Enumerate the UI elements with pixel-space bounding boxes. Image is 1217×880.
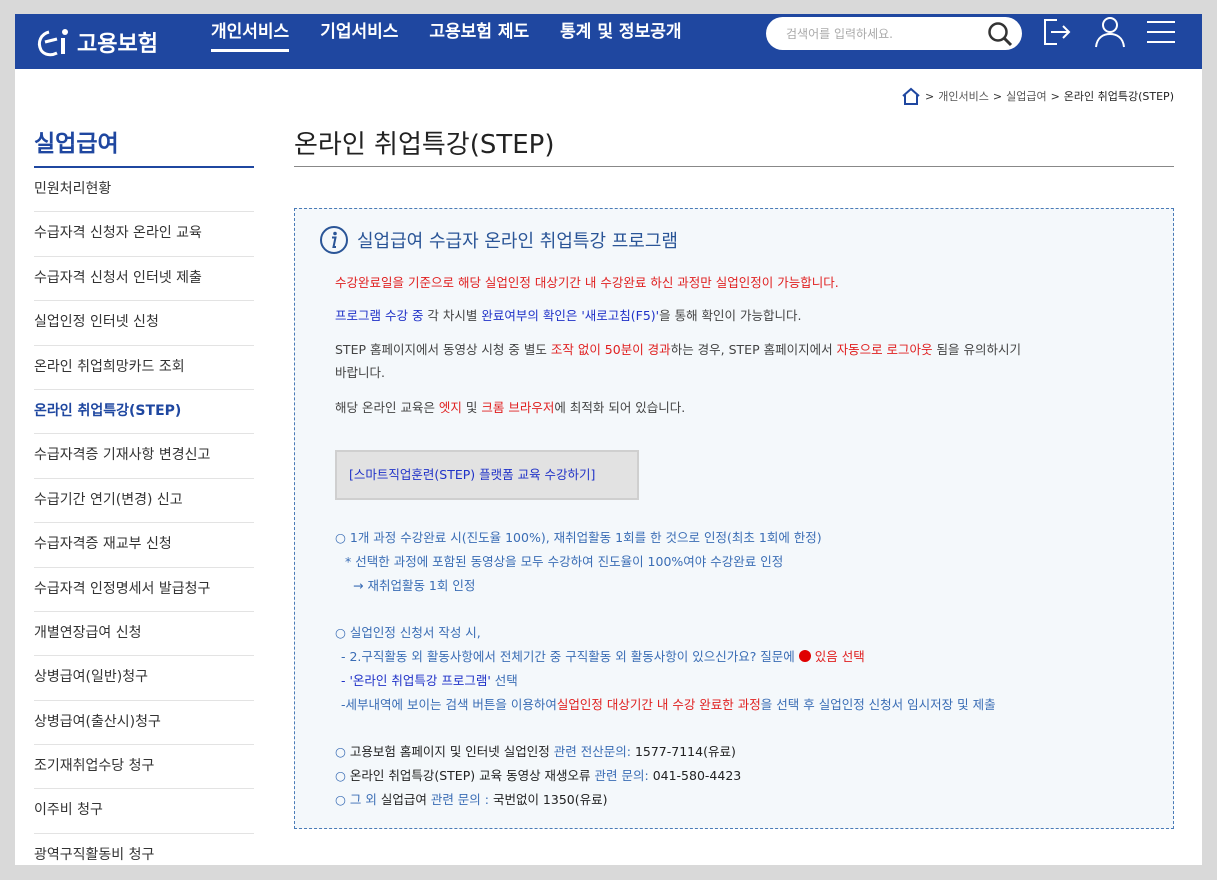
notice-timeout-part: STEP 홈페이지에서 동영상 시청 중 별도 <box>335 342 551 357</box>
section2-line1: ○ 실업인정 신청서 작성 시, <box>335 625 481 640</box>
contact-line3: ○ 그 외 실업급여 관련 문의 : 국번없이 1350(유료) <box>335 789 608 808</box>
notice-browser-part: 크롬 브라우저 <box>481 400 555 415</box>
section2-line4-part: -세부내역에 보이는 검색 버튼을 이용하여 <box>341 697 557 712</box>
page-title: 온라인 취업특강(STEP) <box>294 124 1174 167</box>
step-platform-button[interactable]: [스마트직업훈련(STEP) 플랫폼 교육 수강하기] <box>335 450 639 500</box>
sidebar-item-active[interactable]: 온라인 취업특강(STEP) <box>34 390 254 435</box>
section1-line1: ○ 1개 과정 수강완료 시(진도율 100%), 재취업활동 1회를 한 것으… <box>335 530 822 545</box>
sidebar-item[interactable]: 민원처리현황 <box>34 168 254 213</box>
info-box: 실업급여 수급자 온라인 취업특강 프로그램 수강완료일을 기준으로 해당 실업… <box>294 208 1174 829</box>
info-box-header: 실업급여 수급자 온라인 취업특강 프로그램 <box>319 225 678 255</box>
red-dot-icon <box>798 650 811 662</box>
notice-timeout-part: 조작 없이 50분이 경과 <box>550 342 671 357</box>
contact-phone: 국번없이 1350(유료) <box>492 792 608 807</box>
logout-icon[interactable] <box>1039 14 1075 50</box>
notice-refresh-part: 각 차시별 <box>423 308 482 323</box>
notice-timeout: STEP 홈페이지에서 동영상 시청 중 별도 조작 없이 50분이 경과하는 … <box>335 339 1021 358</box>
contact-part: 고용보험 홈페이지 및 인터넷 실업인정 <box>349 744 550 759</box>
logo[interactable]: 고용보험 <box>35 24 158 60</box>
sidebar-item[interactable]: 수급기간 연기(변경) 신고 <box>34 479 254 524</box>
contact-line2: ○ 온라인 취업특강(STEP) 교육 동영상 재생오류 관련 문의: 041-… <box>335 765 741 784</box>
notice-refresh-part: 을 통해 확인이 가능합니다. <box>659 308 802 323</box>
sidebar-item[interactable]: 수급자격 신청자 온라인 교육 <box>34 212 254 257</box>
user-icon[interactable] <box>1092 14 1128 50</box>
contact-part: ○ <box>335 744 350 759</box>
search-icon[interactable] <box>986 20 1014 48</box>
nav-insurance-system[interactable]: 고용보험 제도 <box>429 14 529 69</box>
breadcrumb-separator: > <box>992 89 1003 103</box>
contact-line1: ○ 고용보험 홈페이지 및 인터넷 실업인정 관련 전산문의: 1577-711… <box>335 741 736 760</box>
section1-line2: * 선택한 과정에 포함된 동영상을 모두 수강하여 진도율이 100%여야 수… <box>345 554 784 569</box>
breadcrumb-current: 온라인 취업특강(STEP) <box>1063 90 1174 103</box>
sidebar-item[interactable]: 실업인정 인터넷 신청 <box>34 301 254 346</box>
notice-timeout-part: 됨을 유의하시기 <box>932 342 1021 357</box>
nav-business-services[interactable]: 기업서비스 <box>320 14 398 69</box>
top-header: 고용보험 개인서비스 기업서비스 고용보험 제도 통계 및 정보공개 <box>15 14 1202 69</box>
section2-line3-part: 선택 <box>490 673 518 688</box>
sidebar-item[interactable]: 조기재취업수당 청구 <box>34 745 254 790</box>
notice-timeout-part: 자동으로 로그아웃 <box>836 342 933 357</box>
contact-phone: 1577-7114(유료) <box>634 744 736 759</box>
contact-part: ○ 그 외 <box>335 792 381 807</box>
sidebar-item[interactable]: 온라인 취업희망카드 조회 <box>34 346 254 390</box>
sidebar-item[interactable]: 상병급여(출산시)청구 <box>34 701 254 746</box>
contact-part: 관련 문의: <box>590 768 653 783</box>
notice-refresh: 프로그램 수강 중 각 차시별 완료여부의 확인은 '새로고침(F5)'을 통해… <box>335 305 802 324</box>
contact-part: 실업급여 <box>380 792 427 807</box>
section2-line2-part: - 2.구직활동 외 활동사항에서 전체기간 중 구직활동 외 활동사항이 있으… <box>341 649 799 664</box>
contact-part: ○ <box>335 768 350 783</box>
main-nav: 개인서비스 기업서비스 고용보험 제도 통계 및 정보공개 <box>211 14 713 69</box>
logo-mark-icon <box>37 29 68 57</box>
breadcrumb-item[interactable]: 실업급여 <box>1006 88 1046 104</box>
section1-line3: → 재취업활동 1회 인정 <box>353 578 476 593</box>
sidebar-item[interactable]: 수급자격증 재교부 신청 <box>34 523 254 568</box>
nav-personal-services[interactable]: 개인서비스 <box>211 14 290 69</box>
home-icon[interactable] <box>901 87 921 105</box>
section2-line3: - '온라인 취업특강 프로그램' 선택 <box>341 670 518 689</box>
sidebar-item[interactable]: 수급자격 인정명세서 발급청구 <box>34 568 254 612</box>
sidebar: 실업급여 민원처리현황 수급자격 신청자 온라인 교육 수급자격 신청서 인터넷… <box>34 124 254 865</box>
section2-line4: -세부내역에 보이는 검색 버튼을 이용하여실업인정 대상기간 내 수강 완료한… <box>341 694 996 713</box>
contact-part: 온라인 취업특강(STEP) 교육 동영상 재생오류 <box>349 768 591 783</box>
notice-refresh-part: 프로그램 수강 중 <box>335 308 424 323</box>
sidebar-item[interactable]: 상병급여(일반)청구 <box>34 656 254 701</box>
section2-line4-part: 을 선택 후 실업인정 신청서 임시저장 및 제출 <box>760 697 996 712</box>
notice-browser-part: 에 최적화 되어 있습니다. <box>554 400 686 415</box>
notice-browser: 해당 온라인 교육은 엣지 및 크롬 브라우저에 최적화 되어 있습니다. <box>335 397 685 416</box>
breadcrumb: > 개인서비스 > 실업급여 > 온라인 취업특강(STEP) <box>901 87 1174 105</box>
contact-part: 관련 전산문의: <box>549 744 635 759</box>
sidebar-item[interactable]: 수급자격 신청서 인터넷 제출 <box>34 257 254 302</box>
notice-timeout-part: 하는 경우, STEP 홈페이지에서 <box>670 342 837 357</box>
notice-browser-part: 해당 온라인 교육은 <box>335 400 439 415</box>
section2-line2-part: 있음 선택 <box>810 649 865 664</box>
sidebar-item[interactable]: 이주비 청구 <box>34 789 254 834</box>
sidebar-item[interactable]: 광역구직활동비 청구 <box>34 834 254 865</box>
contact-phone: 041-580-4423 <box>652 768 742 783</box>
menu-icon[interactable] <box>1143 14 1179 50</box>
contact-part: 관련 문의 : <box>426 792 493 807</box>
breadcrumb-item[interactable]: 개인서비스 <box>938 88 989 104</box>
section2-line2: - 2.구직활동 외 활동사항에서 전체기간 중 구직활동 외 활동사항이 있으… <box>341 646 865 665</box>
sidebar-title: 실업급여 <box>34 124 254 168</box>
nav-statistics[interactable]: 통계 및 정보공개 <box>560 14 681 69</box>
info-icon <box>320 226 348 254</box>
notice-browser-part: 엣지 <box>438 400 462 415</box>
sidebar-item[interactable]: 개별연장급여 신청 <box>34 612 254 657</box>
section2-line3-part: - '온라인 취업특강 프로그램' <box>341 673 491 688</box>
search-box <box>766 17 1022 50</box>
notice-completion: 수강완료일을 기준으로 해당 실업인정 대상기간 내 수강완료 하신 과정만 실… <box>335 275 839 290</box>
section2-line4-part: 실업인정 대상기간 내 수강 완료한 과정 <box>556 697 761 712</box>
breadcrumb-separator: > <box>925 89 935 103</box>
info-box-title: 실업급여 수급자 온라인 취업특강 프로그램 <box>357 231 678 252</box>
page-body: > 개인서비스 > 실업급여 > 온라인 취업특강(STEP) 실업급여 민원처… <box>15 69 1202 865</box>
notice-timeout-cont: 바랍니다. <box>335 365 385 380</box>
notice-browser-part: 및 <box>461 400 482 415</box>
notice-refresh-part: 완료여부의 확인은 '새로고침(F5)' <box>481 308 660 323</box>
search-input[interactable] <box>786 17 976 50</box>
sidebar-item[interactable]: 수급자격증 기재사항 변경신고 <box>34 434 254 479</box>
logo-text: 고용보험 <box>77 32 158 57</box>
breadcrumb-separator: > <box>1050 89 1060 103</box>
main-content: 온라인 취업특강(STEP) 실업급여 수급자 온라인 취업특강 프로그램 수강… <box>294 124 1174 829</box>
